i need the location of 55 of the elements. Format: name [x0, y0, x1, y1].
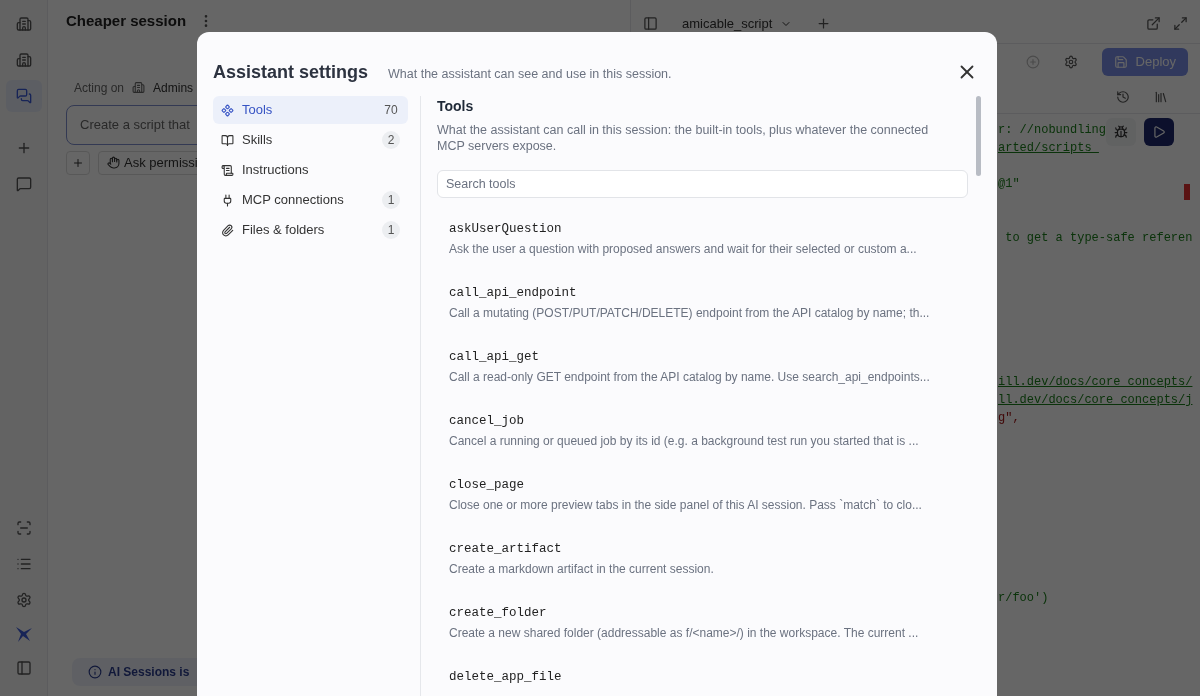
- sidebar-icon[interactable]: [643, 16, 658, 31]
- tool-item[interactable]: create_folder Create a new shared folder (addressable as f/<name>/) in the workspace. The current ...: [437, 598, 969, 662]
- library-icon[interactable]: [1154, 89, 1168, 104]
- add-button[interactable]: [66, 150, 90, 175]
- tools-icon: [221, 103, 234, 117]
- dialog-subtitle: What the assistant can see and use in this session.: [388, 65, 672, 83]
- tool-item[interactable]: delete_app_file: [437, 662, 969, 696]
- paperclip-icon: [221, 223, 234, 237]
- debug-button[interactable]: [1106, 118, 1136, 146]
- save-icon: [1113, 55, 1128, 69]
- tool-item[interactable]: close_page Close one or more preview tabs in the side panel of this AI session. Pass `match` to clo...: [437, 470, 969, 534]
- nav-item[interactable]: MCP connections 1: [213, 186, 408, 214]
- code-line: ll.dev/docs/core_concepts/j: [998, 392, 1193, 409]
- acting-on-label: Acting on: [74, 79, 125, 97]
- scrollbar[interactable]: [976, 96, 981, 176]
- code-line: r/foo'): [998, 590, 1049, 607]
- plus-icon: [72, 156, 84, 169]
- scroll-icon: [221, 163, 234, 177]
- section-description: What the assistant can call in this session: the built-in tools, plus whatever the connected MCP servers expose.: [437, 122, 930, 154]
- code-line: arted/scripts_: [998, 140, 1099, 157]
- tool-item[interactable]: call_api_get Call a read-only GET endpoint from the API catalog by name. Use search_api_endpoints...: [437, 342, 969, 406]
- history-icon[interactable]: [1116, 89, 1130, 104]
- banner-text: AI Sessions is: [108, 664, 190, 681]
- run-button[interactable]: [1144, 118, 1174, 146]
- building-icon: [132, 81, 146, 94]
- nav-item[interactable]: Tools 70: [213, 96, 408, 124]
- hand-icon: [107, 156, 120, 169]
- tool-item[interactable]: create_artifact Create a markdown artifact in the current session.: [437, 534, 969, 598]
- nav-item[interactable]: Files & folders 1: [213, 216, 408, 244]
- settings-icon[interactable]: [1063, 55, 1078, 69]
- error-marker: [1184, 184, 1190, 200]
- code-line: g",: [998, 410, 1020, 427]
- tool-item[interactable]: cancel_job Cancel a running or queued job by its id (e.g. a background test run you started that is ...: [437, 406, 969, 470]
- book-icon: [221, 133, 234, 147]
- code-line: ill.dev/docs/core_concepts/: [998, 374, 1193, 391]
- session-title: Cheaper session: [66, 11, 187, 31]
- nav-item[interactable]: Skills 2: [213, 126, 408, 154]
- nav-item[interactable]: Instructions: [213, 156, 408, 184]
- code-line: @1": [998, 176, 1020, 193]
- tool-item[interactable]: askUserQuestion Ask the user a question with proposed answers and wait for their selected or custom a...: [437, 214, 969, 278]
- dialog-title: Assistant settings: [213, 60, 369, 84]
- tool-item[interactable]: call_api_endpoint Call a mutating (POST/PUT/PATCH/DELETE) endpoint from the API catalog by name; th...: [437, 278, 969, 342]
- info-icon: [88, 665, 102, 679]
- code-line: to get a type-safe referen: [1004, 230, 1193, 247]
- bug-icon: [1114, 125, 1128, 139]
- logo-icon[interactable]: [13, 624, 34, 644]
- plus-icon[interactable]: [816, 16, 832, 31]
- play-icon: [1152, 125, 1166, 139]
- expand-icon[interactable]: [1173, 16, 1188, 31]
- search-field[interactable]: Search tools: [437, 170, 968, 198]
- chats-icon[interactable]: [5, 80, 42, 112]
- code-line: r: //nobundling: [998, 122, 1107, 139]
- section-title: Tools: [437, 97, 475, 116]
- plug-icon: [221, 193, 234, 207]
- external-link-icon[interactable]: [1146, 16, 1161, 31]
